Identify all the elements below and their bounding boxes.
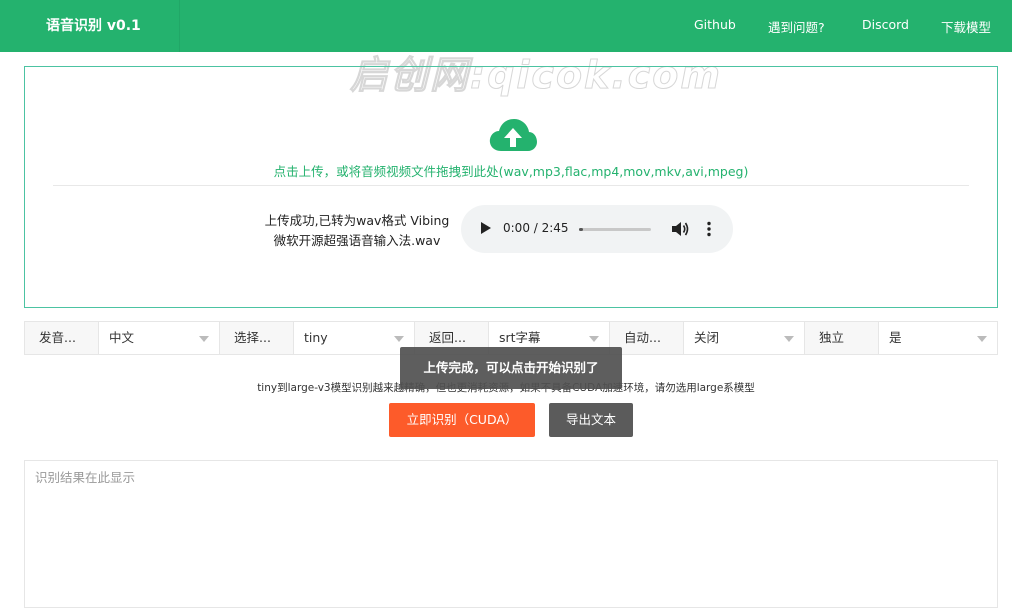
upload-dropzone[interactable]: 点击上传，或将音频视频文件拖拽到此处(wav,mp3,flac,mp4,mov,…	[24, 66, 998, 308]
chevron-down-icon	[589, 336, 599, 342]
result-textarea[interactable]	[24, 460, 998, 608]
audio-progress-fill	[579, 228, 583, 231]
upload-status-filename: 微软开源超强语音输入法.wav	[273, 233, 441, 248]
export-text-button[interactable]: 导出文本	[549, 403, 633, 437]
standalone-select[interactable]: 是	[878, 321, 998, 355]
audio-player[interactable]: 0:00 / 2:45	[461, 205, 733, 253]
language-select[interactable]: 中文	[98, 321, 220, 355]
output-format-select-value: srt字幕	[499, 330, 541, 345]
model-select-value: tiny	[304, 330, 328, 345]
nav-link-discord[interactable]: Discord	[862, 17, 909, 32]
nav-link-github[interactable]: Github	[694, 17, 736, 32]
toast-message: 上传完成，可以点击开始识别了	[400, 347, 622, 389]
more-options-icon[interactable]	[707, 221, 711, 237]
language-select-value: 中文	[109, 330, 135, 345]
language-label: 发音...	[24, 321, 99, 355]
start-recognition-button[interactable]: 立即识别（CUDA）	[389, 403, 535, 437]
upload-status-line-1: 上传成功,已转为wav格式 Vibing	[264, 213, 450, 228]
chevron-down-icon	[199, 336, 209, 342]
nav-link-help[interactable]: 遇到问题?	[768, 17, 825, 36]
nav-link-download-models[interactable]: 下载模型	[941, 17, 991, 36]
standalone-select-value: 是	[889, 330, 902, 345]
cloud-upload-icon	[489, 119, 537, 151]
chevron-down-icon	[394, 336, 404, 342]
audio-seek-bar[interactable]	[579, 228, 651, 231]
app-title[interactable]: 语音识别 v0.1	[46, 15, 141, 35]
brand-area: 语音识别 v0.1	[0, 0, 180, 52]
standalone-label: 独立	[804, 321, 879, 355]
auto-option-select[interactable]: 关闭	[683, 321, 805, 355]
model-label: 选择...	[219, 321, 294, 355]
volume-icon[interactable]	[671, 221, 689, 237]
play-icon[interactable]	[481, 222, 491, 234]
upload-status: 上传成功,已转为wav格式 Vibing 微软开源超强语音输入法.wav	[257, 211, 457, 251]
upload-divider	[53, 185, 969, 186]
upload-hint-text: 点击上传，或将音频视频文件拖拽到此处(wav,mp3,flac,mp4,mov,…	[273, 164, 749, 179]
audio-time: 0:00 / 2:45	[503, 221, 569, 235]
chevron-down-icon	[784, 336, 794, 342]
model-select[interactable]: tiny	[293, 321, 415, 355]
chevron-down-icon	[977, 336, 987, 342]
auto-option-select-value: 关闭	[694, 330, 720, 345]
